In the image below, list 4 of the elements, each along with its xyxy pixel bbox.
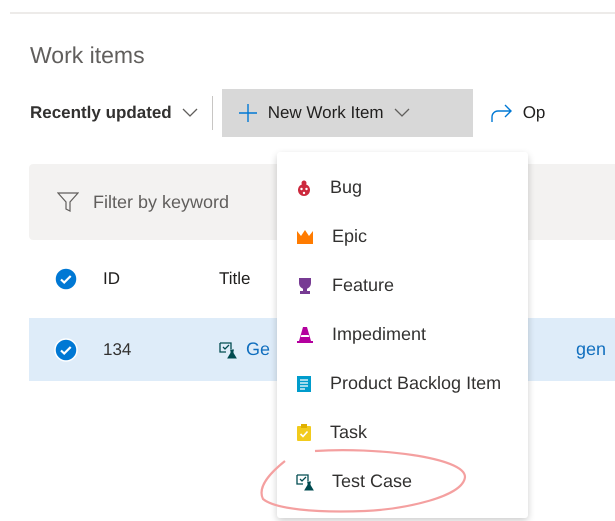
column-header: Title [219, 269, 250, 289]
table-cell-text: 134 [103, 340, 132, 360]
page-title: Work items [30, 42, 145, 69]
column-header: ID [103, 269, 121, 289]
